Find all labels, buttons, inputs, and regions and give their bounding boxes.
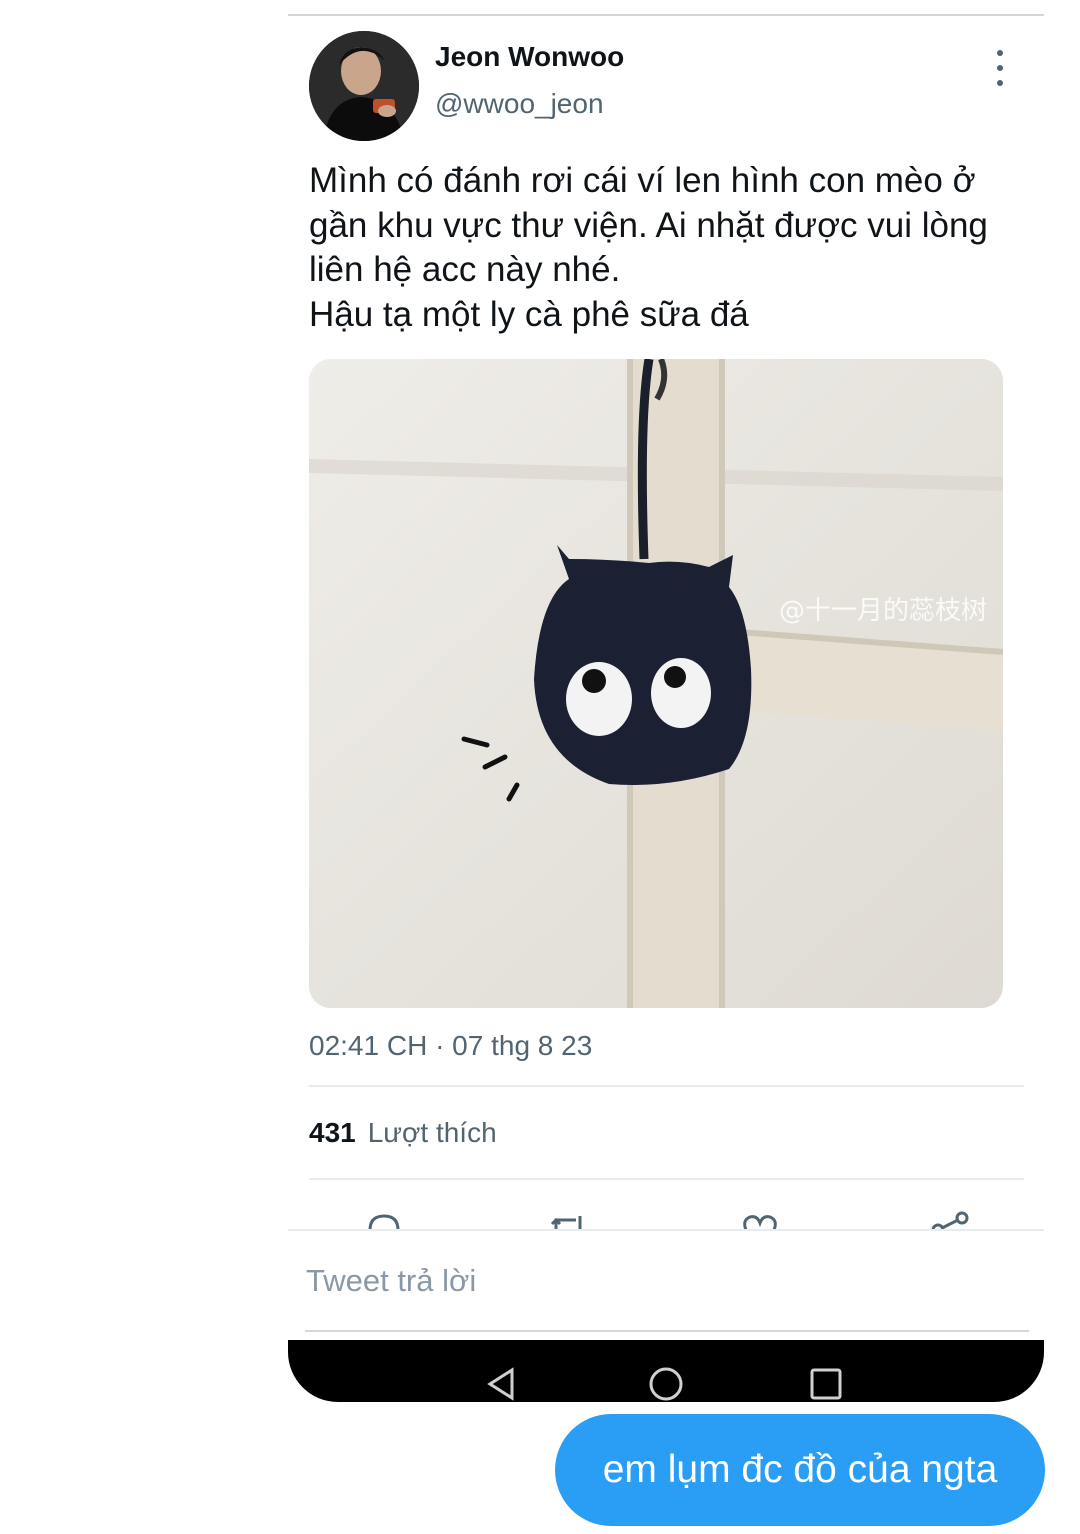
message-text: em lụm đc đồ của ngta — [602, 1448, 998, 1491]
likes-stat[interactable]: 431 Lượt thích — [309, 1117, 497, 1149]
image-watermark: @十一月的蕊枝树 — [779, 596, 987, 626]
reply-input[interactable] — [306, 1263, 1026, 1299]
share-icon[interactable] — [928, 1208, 972, 1230]
retweet-icon[interactable] — [546, 1208, 590, 1230]
message-bubble[interactable]: em lụm đc đồ của ngta — [555, 1414, 1045, 1526]
display-name[interactable]: Jeon Wonwoo — [435, 41, 624, 73]
tweet-timestamp: 02:41 CH · 07 thg 8 23 — [309, 1030, 593, 1061]
back-icon[interactable] — [484, 1366, 520, 1402]
tweet-image[interactable]: @十一月的蕊枝树 — [309, 359, 1003, 1008]
more-vertical-icon[interactable] — [986, 50, 1014, 86]
reply-underline — [305, 1330, 1029, 1332]
tweet-text: Mình có đánh rơi cái ví len hình con mèo… — [309, 161, 988, 334]
avatar[interactable] — [309, 31, 419, 141]
home-icon[interactable] — [648, 1366, 684, 1402]
user-handle[interactable]: @wwoo_jeon — [435, 88, 604, 120]
reply-icon[interactable] — [362, 1208, 406, 1230]
likes-label: Lượt thích — [367, 1117, 497, 1148]
divider — [309, 1085, 1024, 1087]
top-divider — [288, 14, 1044, 16]
system-navigation-bar — [288, 1340, 1044, 1402]
divider — [309, 1178, 1024, 1180]
divider — [288, 1229, 1044, 1231]
likes-count: 431 — [309, 1117, 356, 1148]
like-icon[interactable] — [738, 1208, 782, 1230]
tweet-actions — [288, 1200, 1044, 1230]
recents-icon[interactable] — [808, 1366, 844, 1402]
